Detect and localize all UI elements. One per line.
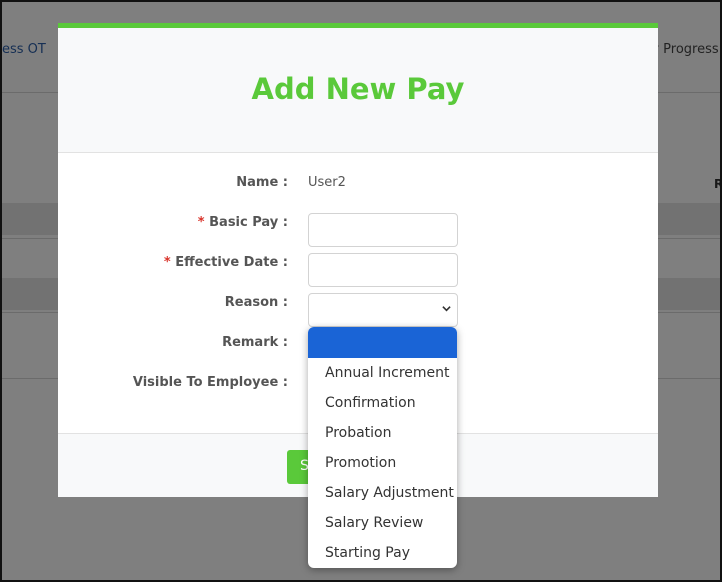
window-frame — [0, 0, 722, 582]
